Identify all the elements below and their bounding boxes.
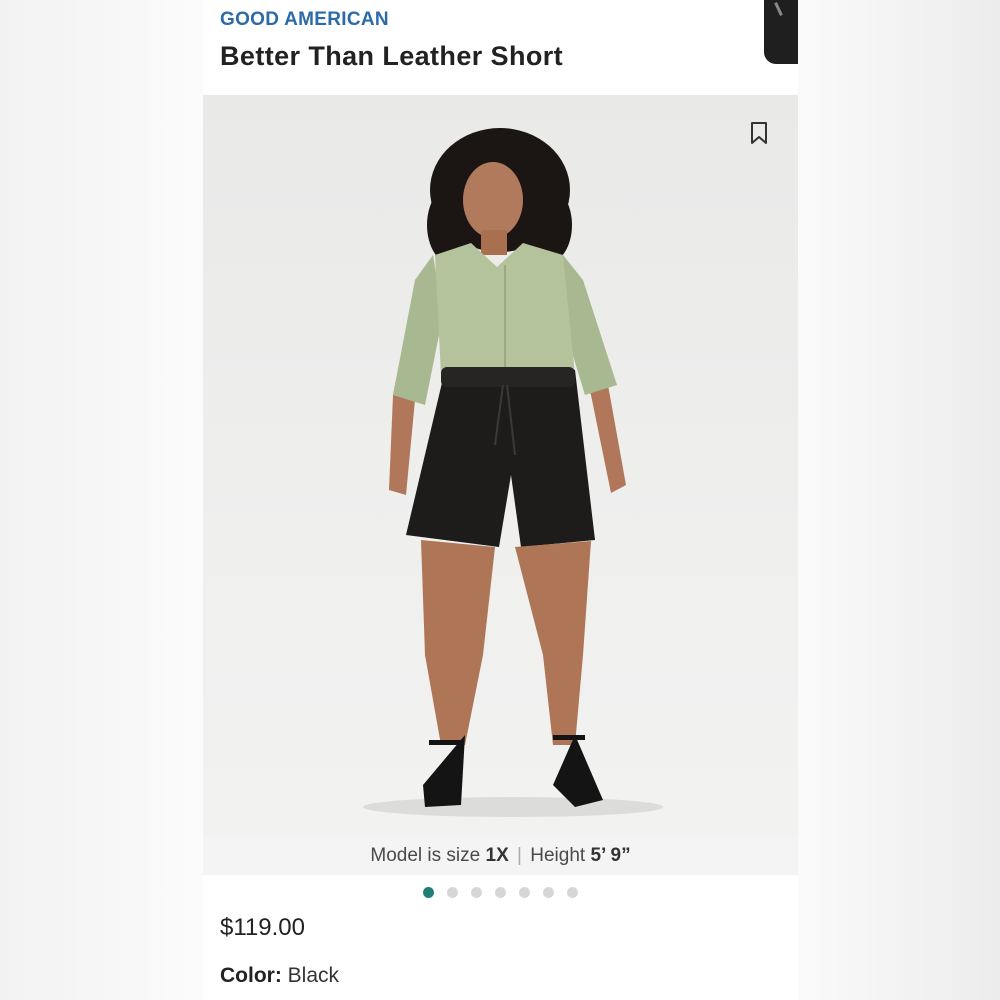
- carousel-dot[interactable]: [543, 887, 554, 898]
- product-title: Better Than Leather Short: [220, 41, 564, 71]
- product-page: GOOD AMERICAN Better Than Leather Short: [203, 0, 798, 1000]
- color-value: Black: [287, 964, 340, 987]
- model-height-label: Height: [530, 845, 586, 866]
- carousel-dot[interactable]: [471, 887, 482, 898]
- carousel-dot[interactable]: [423, 887, 434, 898]
- model-info-separator: |: [517, 845, 522, 866]
- product-price: $119.00: [220, 914, 305, 941]
- carousel-dot[interactable]: [495, 887, 506, 898]
- carousel-dot[interactable]: [519, 887, 530, 898]
- brand-name[interactable]: GOOD AMERICAN: [220, 9, 389, 31]
- product-photo: [363, 128, 663, 817]
- color-label: Color:: [220, 964, 282, 987]
- carousel-dot[interactable]: [447, 887, 458, 898]
- color-selection: Color: Black: [220, 964, 339, 988]
- model-height-value: 5’ 9”: [590, 845, 631, 866]
- model-size-info: Model is size 1X | Height 5’ 9”: [203, 837, 798, 875]
- carousel-dot[interactable]: [567, 887, 578, 898]
- model-size-prefix: Model is size: [370, 845, 481, 866]
- overlay-tab[interactable]: [764, 0, 798, 64]
- product-image-carousel[interactable]: [203, 95, 798, 837]
- carousel-pagination: [203, 887, 798, 901]
- model-size-value: 1X: [485, 845, 509, 866]
- bookmark-icon[interactable]: [750, 121, 768, 145]
